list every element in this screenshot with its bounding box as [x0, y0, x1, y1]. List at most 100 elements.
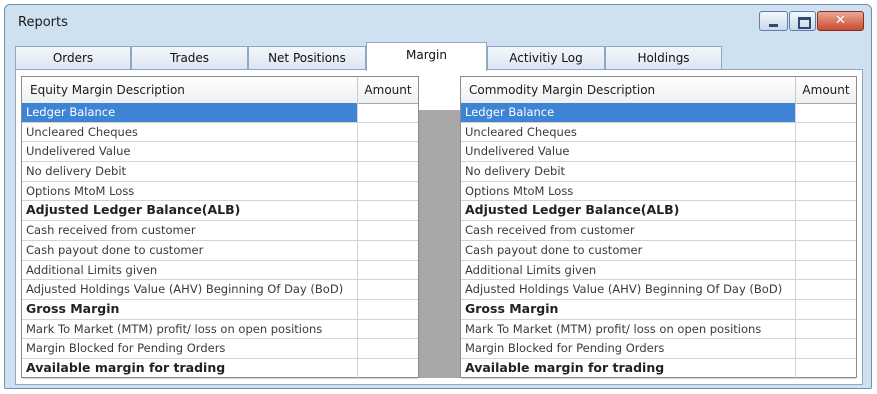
title-bar[interactable]: Reports ✕	[5, 5, 871, 39]
table-row[interactable]: Margin Blocked for Pending Orders	[461, 339, 856, 359]
row-description: Cash received from customer	[461, 221, 796, 240]
row-description: Cash received from customer	[22, 221, 358, 240]
grid-header: Equity Margin Description Amount	[22, 77, 418, 104]
row-description: No delivery Debit	[22, 162, 358, 181]
row-description: Adjusted Ledger Balance(ALB)	[22, 201, 358, 221]
maximize-button[interactable]	[789, 11, 816, 31]
equity-rows: Ledger Balance Uncleared Cheques Undeliver…	[22, 103, 418, 379]
row-amount	[796, 280, 856, 299]
table-row[interactable]: No delivery Debit	[22, 162, 418, 182]
grid-header: Commodity Margin Description Amount	[461, 77, 856, 104]
row-description: Adjusted Holdings Value (AHV) Beginning …	[461, 280, 796, 299]
table-row[interactable]: Available margin for trading	[22, 358, 418, 379]
row-amount	[358, 359, 418, 378]
close-button[interactable]: ✕	[817, 11, 864, 31]
tab-orders[interactable]: Orders	[15, 46, 131, 70]
row-amount	[796, 339, 856, 358]
row-description: Margin Blocked for Pending Orders	[461, 339, 796, 358]
table-row[interactable]: Uncleared Cheques	[22, 122, 418, 143]
table-row[interactable]: Additional Limits given	[22, 260, 418, 281]
row-description: Cash payout done to customer	[22, 240, 358, 260]
row-amount	[796, 241, 856, 260]
table-row[interactable]: Ledger Balance	[22, 103, 418, 123]
row-amount	[796, 162, 856, 181]
row-description: Options MtoM Loss	[22, 181, 358, 201]
splitter-header-gap	[419, 76, 460, 110]
table-row[interactable]: Available margin for trading	[461, 358, 856, 379]
equity-amount-header[interactable]: Amount	[358, 77, 418, 103]
row-description: Undelivered Value	[461, 142, 796, 162]
commodity-description-header[interactable]: Commodity Margin Description	[461, 77, 796, 103]
tab-margin[interactable]: Margin	[366, 42, 487, 71]
row-amount	[358, 280, 418, 299]
table-row[interactable]: Adjusted Ledger Balance(ALB)	[22, 201, 418, 222]
row-description: Uncleared Cheques	[22, 122, 358, 142]
row-description: No delivery Debit	[461, 162, 796, 181]
table-row[interactable]: Mark To Market (MTM) profit/ loss on ope…	[461, 319, 856, 340]
row-amount	[358, 300, 418, 319]
table-row[interactable]: Adjusted Holdings Value (AHV) Beginning …	[461, 280, 856, 300]
grid-splitter[interactable]	[419, 76, 460, 378]
table-row[interactable]: No delivery Debit	[461, 162, 856, 182]
row-amount	[796, 142, 856, 161]
row-amount	[796, 103, 856, 122]
margin-panel: Equity Margin Description Amount Ledger …	[15, 69, 863, 385]
row-description: Margin Blocked for Pending Orders	[22, 339, 358, 358]
commodity-margin-grid[interactable]: Commodity Margin Description Amount Ledg…	[460, 76, 857, 379]
tab-trades[interactable]: Trades	[131, 46, 248, 70]
tab-activity-log[interactable]: Activitiy Log	[487, 46, 605, 70]
table-row[interactable]: Cash payout done to customer	[461, 240, 856, 261]
table-row[interactable]: Adjusted Ledger Balance(ALB)	[461, 201, 856, 222]
row-amount	[358, 123, 418, 142]
commodity-amount-header[interactable]: Amount	[796, 77, 856, 103]
minimize-icon	[769, 24, 778, 27]
row-description: Mark To Market (MTM) profit/ loss on ope…	[461, 319, 796, 339]
row-amount	[358, 241, 418, 260]
equity-margin-grid[interactable]: Equity Margin Description Amount Ledger …	[21, 76, 419, 379]
row-description: Adjusted Holdings Value (AHV) Beginning …	[22, 280, 358, 299]
row-amount	[358, 162, 418, 181]
maximize-icon	[798, 17, 811, 29]
row-description: Additional Limits given	[22, 260, 358, 280]
row-description: Ledger Balance	[461, 103, 796, 122]
table-row[interactable]: Cash payout done to customer	[22, 240, 418, 261]
row-amount	[358, 142, 418, 161]
table-row[interactable]: Uncleared Cheques	[461, 122, 856, 143]
table-row[interactable]: Margin Blocked for Pending Orders	[22, 339, 418, 359]
row-description: Adjusted Ledger Balance(ALB)	[461, 201, 796, 221]
tab-net-positions[interactable]: Net Positions	[248, 46, 366, 70]
table-row[interactable]: Mark To Market (MTM) profit/ loss on ope…	[22, 319, 418, 340]
table-row[interactable]: Additional Limits given	[461, 260, 856, 281]
row-description: Mark To Market (MTM) profit/ loss on ope…	[22, 319, 358, 339]
row-amount	[358, 339, 418, 358]
close-icon: ✕	[835, 13, 846, 28]
row-amount	[358, 201, 418, 220]
table-row[interactable]: Options MtoM Loss	[22, 181, 418, 202]
row-description: Cash payout done to customer	[461, 240, 796, 260]
table-row[interactable]: Undelivered Value	[461, 142, 856, 163]
row-amount	[796, 123, 856, 142]
row-amount	[796, 320, 856, 339]
row-description: Available margin for trading	[461, 358, 796, 378]
row-amount	[358, 221, 418, 240]
row-amount	[796, 182, 856, 201]
table-row[interactable]: Cash received from customer	[22, 221, 418, 241]
row-description: Gross Margin	[22, 299, 358, 319]
row-amount	[358, 103, 418, 122]
table-row[interactable]: Adjusted Holdings Value (AHV) Beginning …	[22, 280, 418, 300]
table-row[interactable]: Cash received from customer	[461, 221, 856, 241]
row-amount	[358, 261, 418, 280]
table-row[interactable]: Gross Margin	[461, 299, 856, 320]
commodity-rows: Ledger Balance Uncleared Cheques Undeliver…	[461, 103, 856, 379]
table-row[interactable]: Options MtoM Loss	[461, 181, 856, 202]
minimize-button[interactable]	[759, 11, 788, 31]
equity-description-header[interactable]: Equity Margin Description	[22, 77, 358, 103]
table-row[interactable]: Ledger Balance	[461, 103, 856, 123]
table-row[interactable]: Gross Margin	[22, 299, 418, 320]
row-description: Ledger Balance	[22, 103, 358, 122]
table-row[interactable]: Undelivered Value	[22, 142, 418, 163]
tab-holdings[interactable]: Holdings	[605, 46, 722, 70]
row-description: Gross Margin	[461, 299, 796, 319]
row-description: Available margin for trading	[22, 358, 358, 378]
row-amount	[796, 359, 856, 378]
